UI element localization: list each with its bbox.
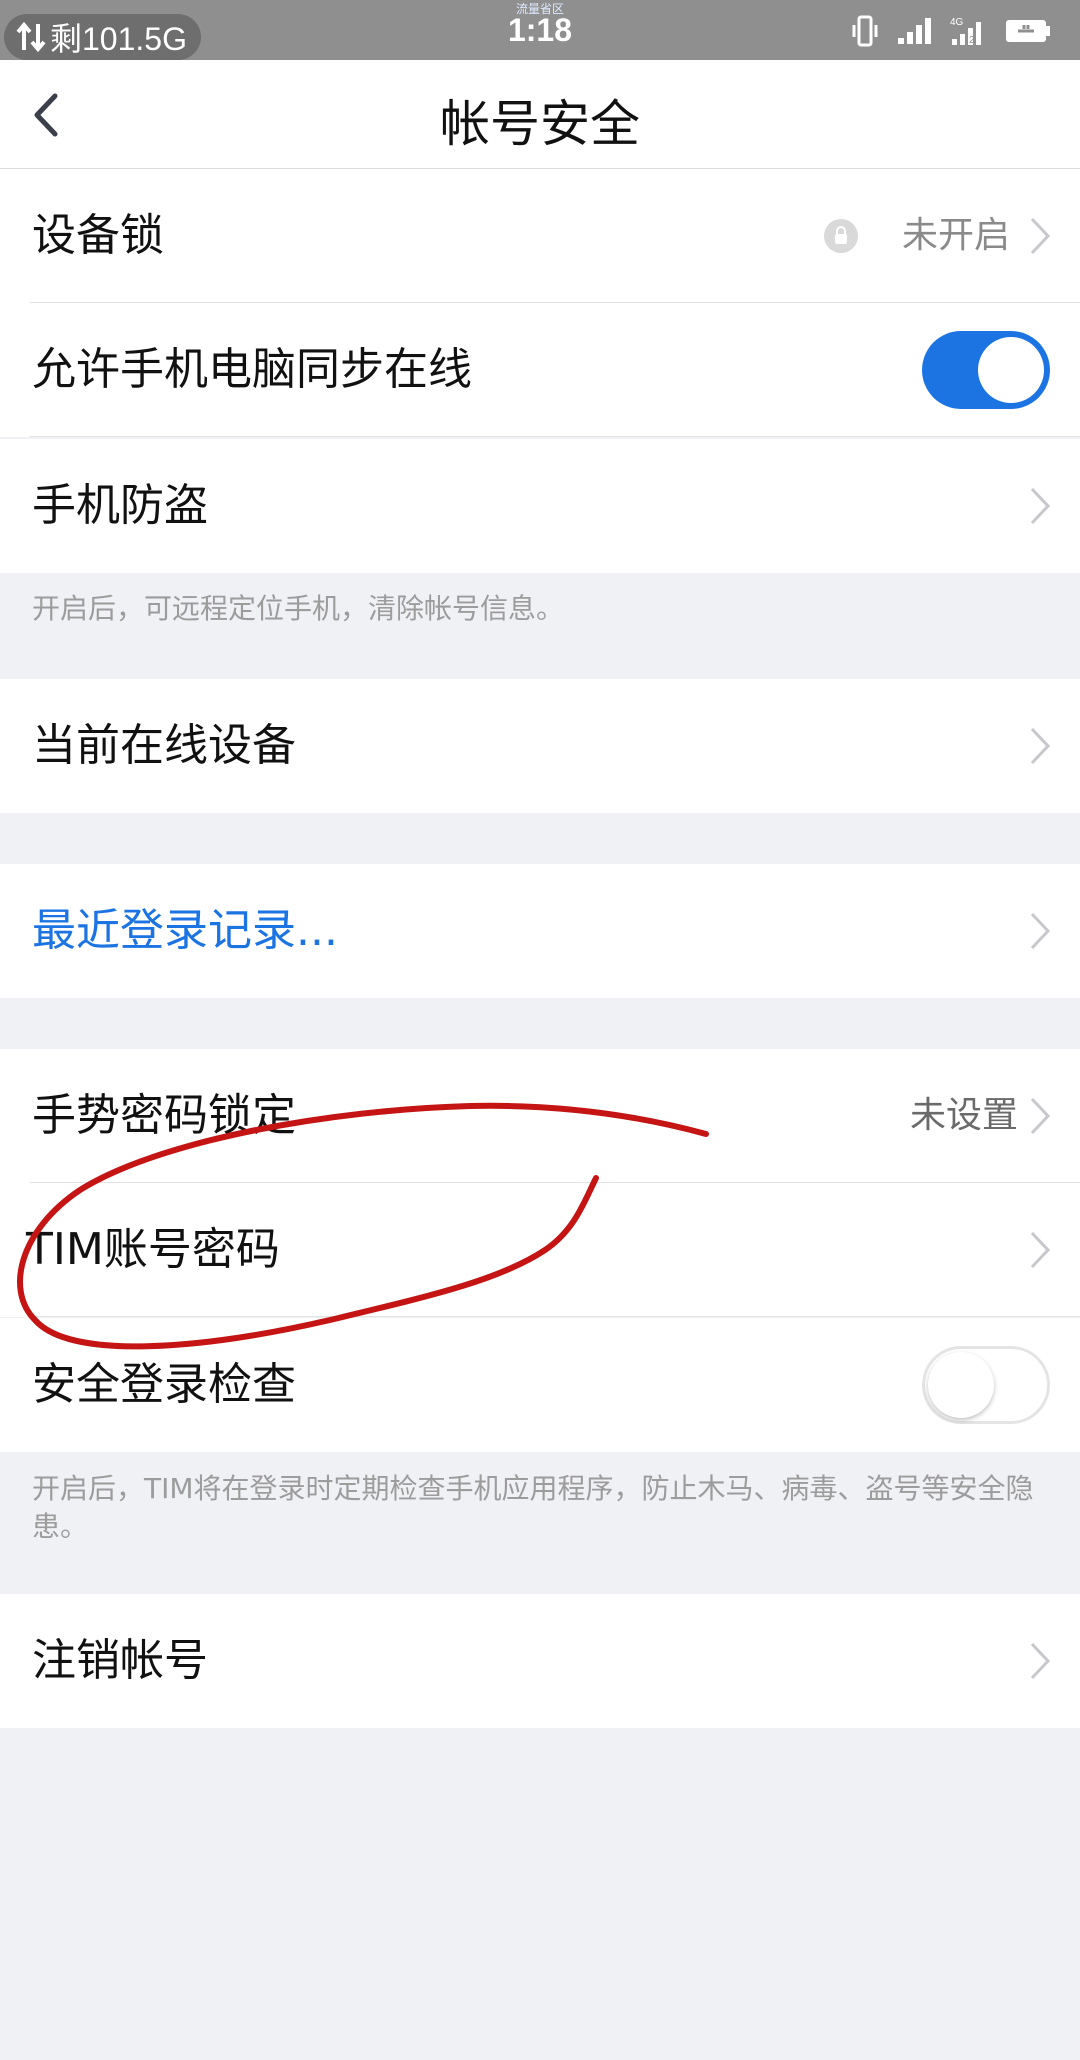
row-value: 未开启 [901, 215, 1010, 256]
sync-online-toggle[interactable] [922, 331, 1050, 409]
row-deactivate[interactable]: 注销帐号 [0, 1594, 1080, 1728]
lock-icon [824, 219, 858, 253]
row-label: TIM账号密码 [26, 1224, 280, 1275]
row-value: 未设置 [909, 1095, 1018, 1136]
row-gesture-lock[interactable]: 手势密码锁定 未设置 [0, 1049, 1080, 1183]
security-check-toggle[interactable] [922, 1346, 1050, 1424]
row-anti-theft[interactable]: 手机防盗 [0, 439, 1080, 573]
row-device-lock[interactable]: 设备锁 未开启 [0, 169, 1080, 303]
row-label: 手势密码锁定 [32, 1090, 296, 1141]
sim-label: 2 [969, 35, 975, 46]
battery-charging-icon [1006, 20, 1050, 42]
vibrate-icon [852, 15, 878, 47]
divider [30, 1316, 1080, 1317]
chevron-right-icon [1030, 912, 1051, 950]
row-recent-login[interactable]: 最近登录记录... [0, 864, 1080, 998]
chevron-right-icon [1030, 487, 1051, 525]
toggle-knob [928, 1352, 994, 1418]
row-sync-online: 允许手机电脑同步在线 [0, 303, 1080, 437]
security-check-hint: 开启后，TIM将在登录时定期检查手机应用程序，防止木马、病毒、盗号等安全隐患。 [32, 1472, 1034, 1543]
row-label: 允许手机电脑同步在线 [32, 344, 472, 395]
page-title: 帐号安全 [440, 95, 640, 153]
chevron-right-icon [1030, 1231, 1051, 1269]
chevron-right-icon [1030, 1642, 1051, 1680]
divider [30, 436, 1080, 437]
row-security-check: 安全登录检查 [0, 1318, 1080, 1452]
row-online-devices[interactable]: 当前在线设备 [0, 679, 1080, 813]
4g-signal-icon: 4G 2 [950, 17, 981, 46]
status-bar: 剩101.5G 流量省区 1:18 4G 2 [0, 0, 1080, 60]
row-label: 安全登录检查 [32, 1359, 296, 1410]
row-label: 当前在线设备 [32, 720, 296, 771]
anti-theft-hint: 开启后，可远程定位手机，清除帐号信息。 [32, 592, 565, 625]
status-icons: 4G 2 [850, 14, 1052, 48]
row-label: 设备锁 [32, 210, 164, 261]
title-bar: 帐号安全 [0, 60, 1080, 169]
chevron-right-icon [1030, 217, 1051, 255]
row-label: 最近登录记录... [32, 905, 338, 956]
chevron-right-icon [1030, 1097, 1051, 1135]
signal-icon [898, 18, 931, 44]
chevron-right-icon [1030, 727, 1051, 765]
network-label: 4G [950, 17, 964, 28]
row-label: 手机防盗 [32, 480, 208, 531]
row-label: 注销帐号 [32, 1635, 208, 1686]
row-tim-password[interactable]: TIM账号密码 [0, 1183, 1080, 1317]
toggle-knob [978, 337, 1044, 403]
